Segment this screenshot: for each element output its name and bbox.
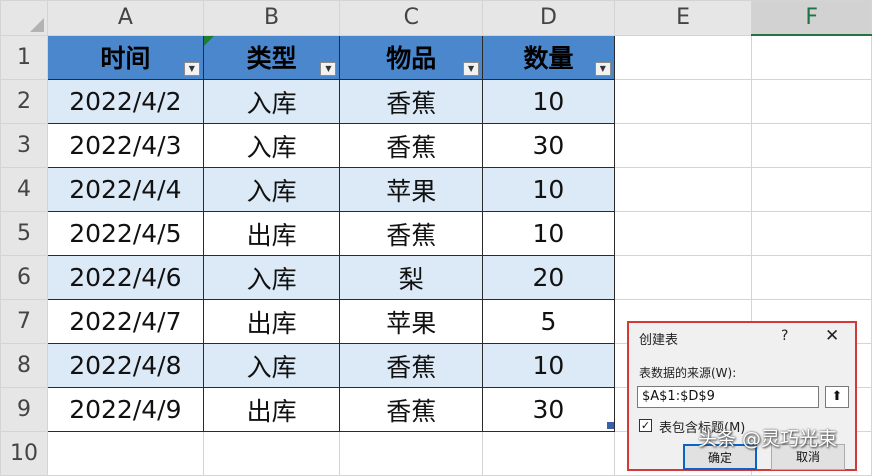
table-cell[interactable]: 出库 [202, 211, 341, 256]
table-cell[interactable]: 2022/4/2 [46, 79, 204, 124]
empty-cell[interactable] [613, 167, 753, 212]
table-header-cell[interactable]: 时间 ▼ [46, 34, 204, 80]
table-cell[interactable]: 2022/4/8 [46, 343, 204, 388]
row-header-5[interactable]: 5 [0, 211, 48, 256]
table-cell[interactable]: 5 [482, 299, 615, 344]
empty-cell[interactable] [339, 431, 484, 476]
empty-cell[interactable] [751, 79, 872, 124]
column-header-f[interactable]: F [751, 0, 872, 36]
table-cell[interactable]: 入库 [202, 343, 341, 388]
table-cell[interactable]: 2022/4/6 [46, 255, 204, 300]
table-cell[interactable]: 10 [482, 211, 615, 256]
table-cell[interactable]: 30 [482, 387, 615, 432]
error-indicator-icon [204, 35, 214, 46]
watermark-text: 头条 @灵巧光束 [698, 428, 838, 450]
table-resize-handle[interactable] [607, 422, 614, 429]
table-header-cell[interactable]: 类型 ▼ [202, 34, 341, 80]
table-cell[interactable]: 30 [482, 123, 615, 168]
table-cell[interactable]: 入库 [202, 167, 341, 212]
column-header-e[interactable]: E [613, 0, 753, 36]
empty-cell[interactable] [482, 431, 615, 476]
table-cell[interactable]: 梨 [339, 255, 484, 300]
table-cell[interactable]: 香蕉 [339, 79, 484, 124]
column-header-a[interactable]: A [46, 0, 204, 36]
table-cell[interactable]: 出库 [202, 299, 341, 344]
row-header-4[interactable]: 4 [0, 167, 48, 212]
empty-cell[interactable] [613, 79, 753, 124]
dialog-title: 创建表 [639, 333, 679, 348]
column-header-c[interactable]: C [339, 0, 484, 36]
table-cell[interactable]: 2022/4/3 [46, 123, 204, 168]
table-cell[interactable]: 2022/4/9 [46, 387, 204, 432]
table-cell[interactable]: 10 [482, 79, 615, 124]
row-header-1[interactable]: 1 [0, 34, 48, 80]
empty-cell[interactable] [751, 167, 872, 212]
empty-cell[interactable] [613, 34, 753, 80]
empty-cell[interactable] [751, 34, 872, 80]
empty-cell[interactable] [751, 123, 872, 168]
row-header-2[interactable]: 2 [0, 79, 48, 124]
table-cell[interactable]: 2022/4/7 [46, 299, 204, 344]
column-header-d[interactable]: D [482, 0, 615, 36]
filter-dropdown-icon[interactable]: ▼ [594, 62, 611, 76]
row-header-6[interactable]: 6 [0, 255, 48, 300]
table-cell[interactable]: 苹果 [339, 299, 484, 344]
row-header-3[interactable]: 3 [0, 123, 48, 168]
select-all-icon [29, 17, 44, 32]
table-cell[interactable]: 香蕉 [339, 123, 484, 168]
filter-dropdown-icon[interactable]: ▼ [183, 62, 200, 76]
row-header-10[interactable]: 10 [0, 431, 48, 476]
headers-checkbox[interactable]: ✓ [639, 419, 652, 432]
table-cell[interactable]: 2022/4/5 [46, 211, 204, 256]
empty-cell[interactable] [613, 211, 753, 256]
collapse-dialog-icon[interactable]: ⬆ [825, 386, 849, 408]
row-header-8[interactable]: 8 [0, 343, 48, 388]
table-cell[interactable]: 10 [482, 167, 615, 212]
table-cell[interactable]: 入库 [202, 79, 341, 124]
filter-dropdown-icon[interactable]: ▼ [320, 62, 337, 76]
help-icon[interactable]: ? [781, 328, 788, 344]
table-cell[interactable]: 香蕉 [339, 343, 484, 388]
table-cell[interactable]: 入库 [202, 255, 341, 300]
empty-cell[interactable] [613, 123, 753, 168]
close-icon[interactable]: ✕ [825, 326, 839, 346]
select-all-corner[interactable] [0, 0, 48, 36]
table-cell[interactable]: 入库 [202, 123, 341, 168]
table-cell[interactable]: 苹果 [339, 167, 484, 212]
header-time: 时间 [100, 44, 151, 74]
row-header-7[interactable]: 7 [0, 299, 48, 344]
table-cell[interactable]: 香蕉 [339, 387, 484, 432]
empty-cell[interactable] [46, 431, 204, 476]
header-type: 类型 [246, 44, 297, 74]
table-cell[interactable]: 10 [482, 343, 615, 388]
header-item: 物品 [386, 44, 437, 74]
empty-cell[interactable] [751, 255, 872, 300]
table-header-cell[interactable]: 物品 ▼ [339, 34, 484, 80]
filter-dropdown-icon[interactable]: ▼ [463, 62, 480, 76]
empty-cell[interactable] [202, 431, 341, 476]
table-cell[interactable]: 20 [482, 255, 615, 300]
table-header-cell[interactable]: 数量 ▼ [482, 34, 615, 80]
column-header-b[interactable]: B [202, 0, 341, 36]
header-quantity: 数量 [523, 44, 574, 74]
source-label: 表数据的来源(W): [639, 366, 737, 380]
empty-cell[interactable] [613, 255, 753, 300]
table-cell[interactable]: 出库 [202, 387, 341, 432]
table-cell[interactable]: 香蕉 [339, 211, 484, 256]
empty-cell[interactable] [751, 211, 872, 256]
table-cell[interactable]: 2022/4/4 [46, 167, 204, 212]
range-input[interactable]: $A$1:$D$9 [637, 386, 819, 408]
row-header-9[interactable]: 9 [0, 387, 48, 432]
